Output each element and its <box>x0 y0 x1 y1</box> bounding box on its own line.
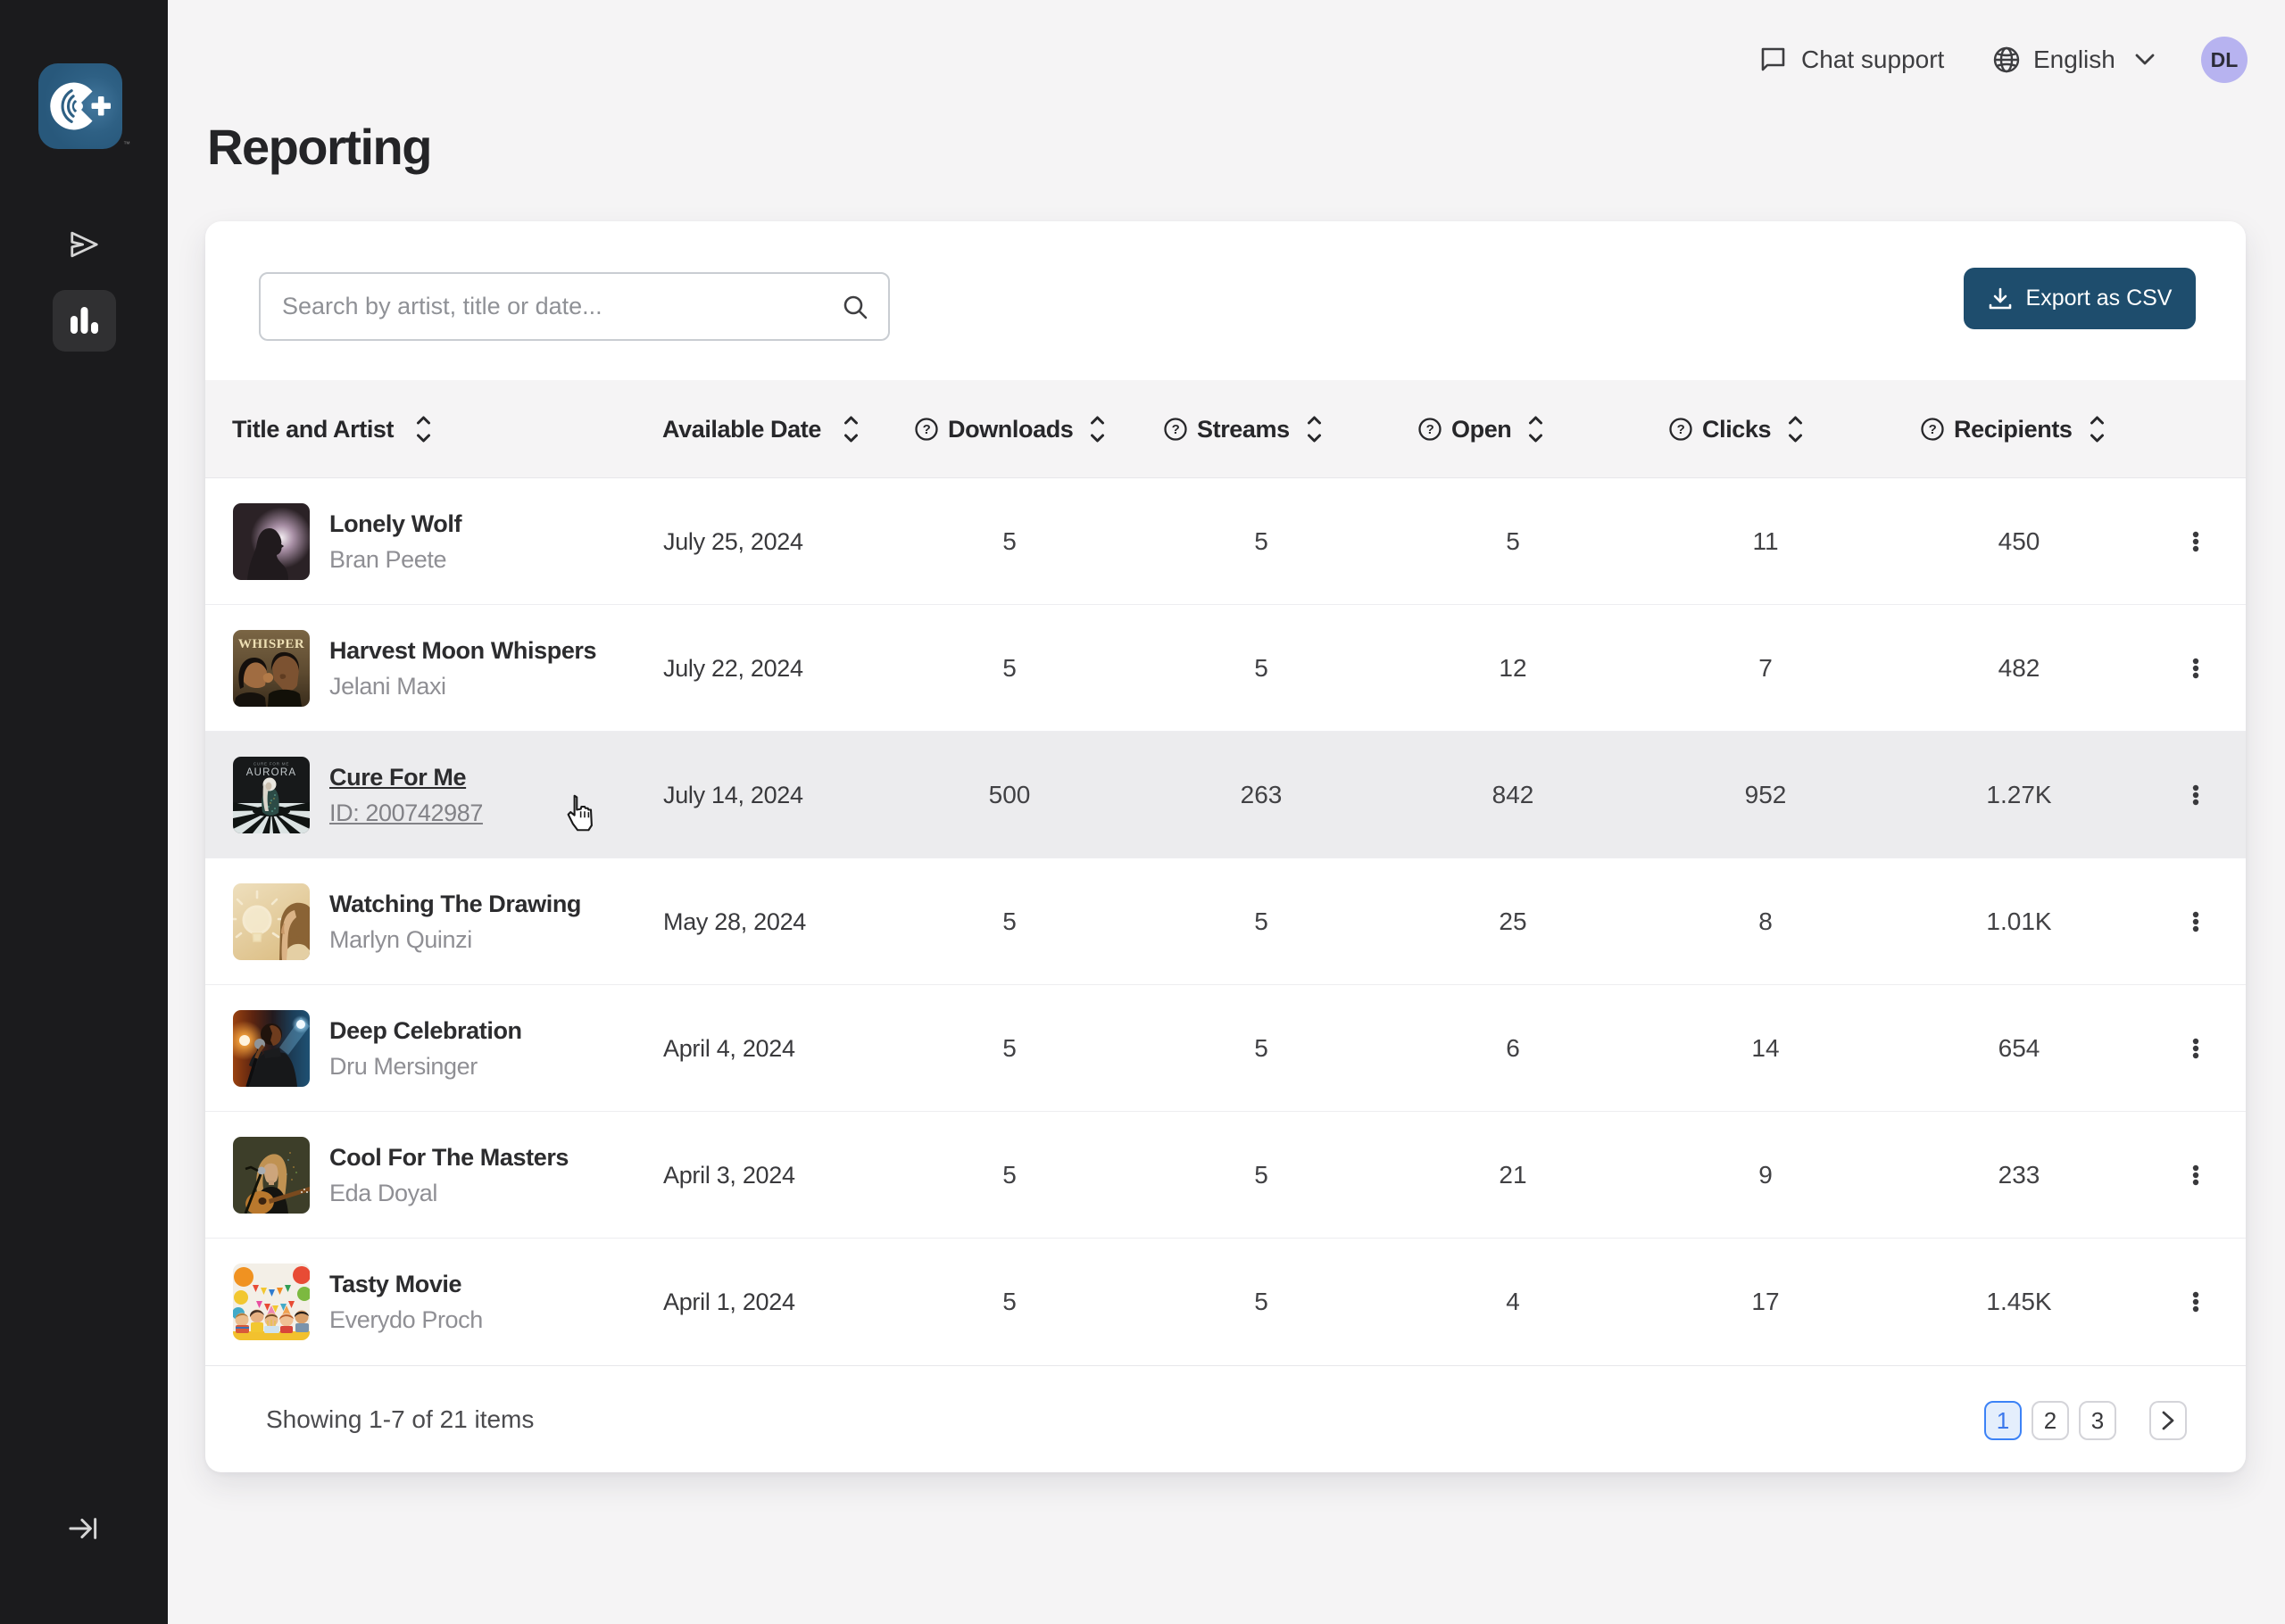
svg-text:WHISPER: WHISPER <box>238 637 304 651</box>
svg-text:?: ? <box>1426 422 1434 437</box>
svg-text:?: ? <box>1677 422 1685 437</box>
svg-text:?: ? <box>1172 422 1180 437</box>
svg-text:?: ? <box>923 422 931 437</box>
svg-text:AURORA: AURORA <box>246 767 296 778</box>
svg-text:?: ? <box>1929 422 1937 437</box>
svg-text:CURE FOR ME: CURE FOR ME <box>253 762 289 766</box>
